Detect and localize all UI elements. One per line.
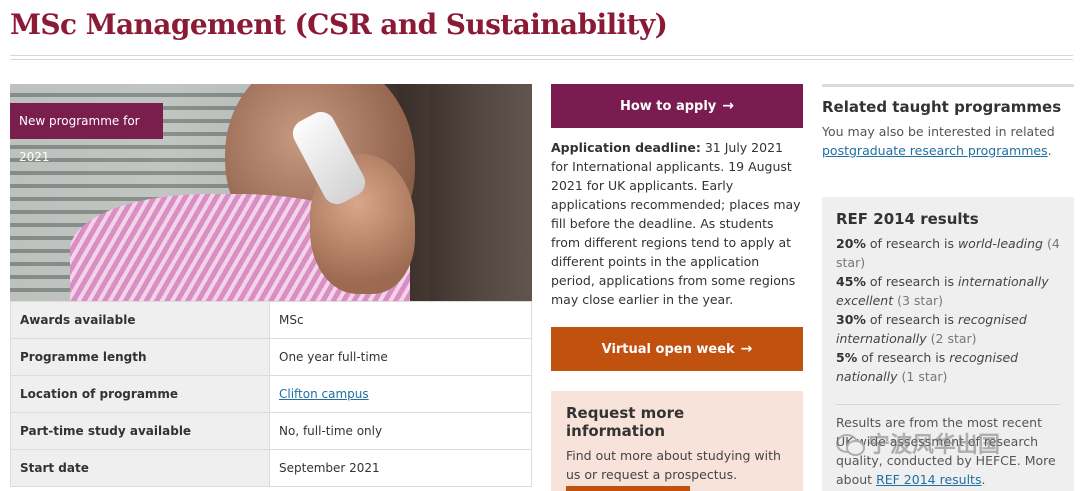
fact-value: One year full-time [269, 338, 532, 376]
table-row: Part-time study available No, full-time … [10, 412, 532, 450]
ref-percent: 45% [836, 274, 866, 289]
deadline-label: Application deadline: [551, 140, 701, 155]
ref-rating: world-leading [957, 236, 1043, 251]
ref-mid: of research is [869, 274, 954, 289]
arrow-right-icon: → [740, 341, 753, 357]
page-title: MSc Management (CSR and Sustainability) [10, 8, 668, 41]
fact-label: Awards available [10, 301, 270, 339]
new-programme-badge: New programme for 2021 [10, 103, 163, 164]
related-suffix: . [1047, 143, 1052, 158]
ref-note-suffix: . [981, 472, 986, 487]
fact-label: Location of programme [10, 375, 270, 413]
deadline-text: 31 July 2021 for International applicant… [551, 140, 801, 307]
fact-value: MSc [269, 301, 532, 339]
ref-item: 30% of research is recognised internatio… [836, 310, 1060, 348]
ref-percent: 30% [836, 312, 866, 327]
table-row: Programme length One year full-time [10, 338, 532, 376]
related-intro: You may also be interested in related [822, 124, 1055, 139]
ref-stars: (1 star) [901, 369, 948, 384]
clifton-campus-link[interactable]: Clifton campus [279, 387, 369, 401]
fact-value: September 2021 [269, 449, 532, 487]
ref-mid: of research is [869, 236, 954, 251]
table-row: Location of programme Clifton campus [10, 375, 532, 413]
arrow-right-icon: → [722, 98, 735, 114]
related-text: You may also be interested in related po… [822, 122, 1074, 160]
programme-facts-table: Awards available MSc Programme length On… [10, 301, 532, 487]
ref-item: 20% of research is world-leading (4 star… [836, 234, 1060, 272]
ref-mid: of research is [861, 350, 946, 365]
related-programmes: Related taught programmes You may also b… [822, 84, 1074, 160]
ref-stars: (3 star) [897, 293, 944, 308]
ref-percent: 5% [836, 350, 858, 365]
title-divider [10, 55, 1073, 56]
postgraduate-research-link[interactable]: postgraduate research programmes [822, 143, 1048, 158]
fact-label: Part-time study available [10, 412, 270, 450]
watermark-text: 宁波风华出国 [868, 433, 1001, 458]
table-row: Awards available MSc [10, 301, 532, 339]
watermark: 宁波风华出国 [836, 420, 1000, 466]
ref-percent: 20% [836, 236, 866, 251]
ref-item: 45% of research is internationally excel… [836, 272, 1060, 310]
wechat-icon [836, 432, 865, 456]
how-to-apply-label: How to apply [619, 98, 717, 114]
ref-mid: of research is [869, 312, 954, 327]
fact-value: No, full-time only [269, 412, 532, 450]
request-info-heading: Request more information [566, 404, 685, 440]
ref-2014-results-link[interactable]: REF 2014 results [876, 472, 981, 487]
ref-heading: REF 2014 results [836, 210, 979, 228]
application-deadline: Application deadline: 31 July 2021 for I… [551, 138, 803, 309]
title-divider-secondary [10, 59, 1073, 60]
fact-label: Start date [10, 449, 270, 487]
request-info-text: Find out more about studying with us or … [566, 448, 781, 482]
fact-label: Programme length [10, 338, 270, 376]
ref-stars: (2 star) [930, 331, 977, 346]
request-info-button[interactable] [566, 486, 690, 491]
related-heading: Related taught programmes [822, 98, 1062, 116]
how-to-apply-button[interactable]: How to apply → [551, 84, 803, 128]
virtual-open-week-label: Virtual open week [601, 341, 735, 357]
fact-value: Clifton campus [269, 375, 532, 413]
hero-background [430, 84, 532, 301]
ref-item: 5% of research is recognised nationally … [836, 348, 1060, 386]
request-info-panel: Request more information Find out more a… [551, 391, 803, 491]
virtual-open-week-button[interactable]: Virtual open week → [551, 327, 803, 371]
table-row: Start date September 2021 [10, 449, 532, 487]
ref-divider [836, 404, 1060, 405]
